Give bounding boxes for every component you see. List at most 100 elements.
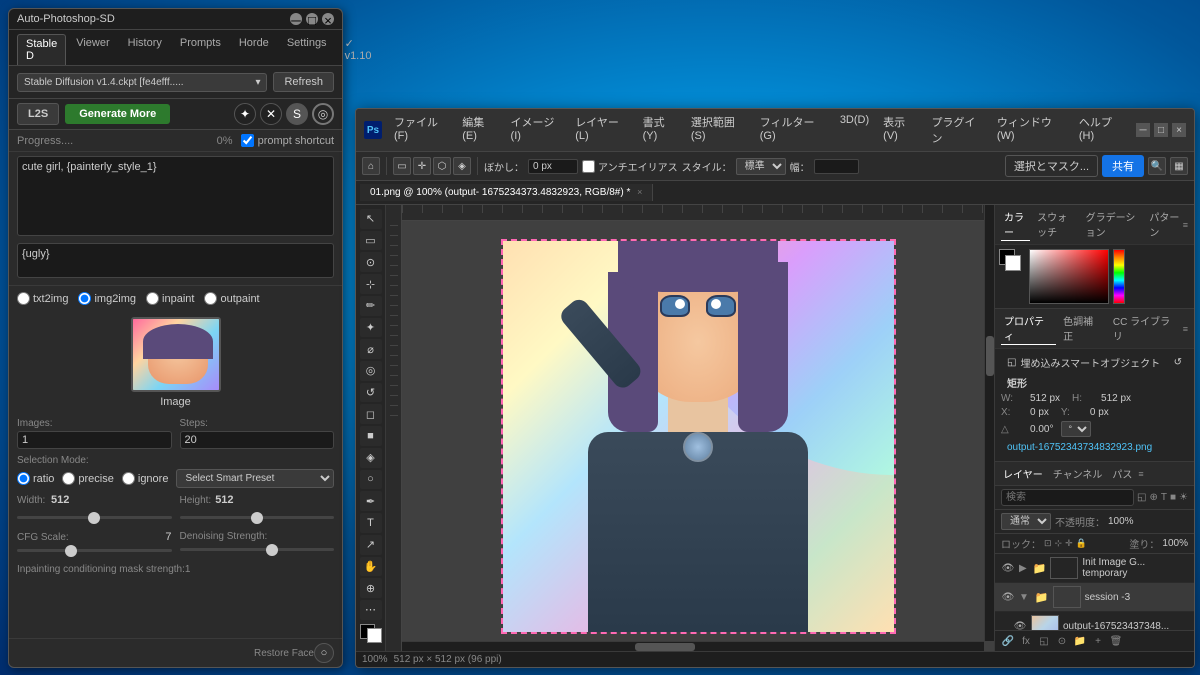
ps-minimize-button[interactable]: ─ [1136,123,1150,137]
sd-model-select[interactable]: Stable Diffusion v1.4.ckpt [fe4efff.....… [17,73,267,92]
search-icon[interactable]: 🔍 [1148,157,1166,175]
tab-patterns[interactable]: パターン [1146,208,1182,241]
menu-plugins[interactable]: プラグイン [925,112,988,148]
layer-folder-btn[interactable]: 📁 [1073,634,1087,648]
layer-item-output[interactable]: 👁 output-167523437348... [995,612,1194,630]
tool-hand[interactable]: ✋ [360,557,382,577]
layers-panel-menu[interactable]: ≡ [1138,469,1143,479]
tool-heal[interactable]: ✦ [360,318,382,338]
filter-icon-1[interactable]: ◱ [1137,492,1146,503]
tool-path[interactable]: ✒ [360,491,382,511]
share-button[interactable]: 共有 [1102,155,1144,177]
layer-adjust-icon[interactable]: ⊙ [1055,634,1069,648]
mode-inpaint[interactable]: inpaint [146,292,194,305]
prompt-shortcut-checkbox[interactable] [241,134,254,147]
tool-marquee[interactable]: ▭ [360,231,382,251]
steps-input[interactable] [180,431,335,449]
sel-ignore[interactable]: ignore [122,472,169,485]
layer-eye-init[interactable]: 👁 [1001,561,1015,575]
tool-eraser[interactable]: ◻ [360,404,382,424]
menu-help[interactable]: ヘルプ(H) [1073,112,1130,148]
tool-text[interactable]: T [360,513,382,533]
home-icon[interactable]: ⌂ [362,157,380,175]
blend-mode-select[interactable]: 通常 [1001,513,1051,530]
tab-layers[interactable]: レイヤー [1001,465,1045,482]
tool-icon-1[interactable]: ✦ [234,103,256,125]
filter-icon-2[interactable]: ⊕ [1149,492,1157,503]
layer-item-init[interactable]: 👁 ▶ 📁 Init Image G... temporary [995,554,1194,583]
tab-swatches[interactable]: スウォッチ [1034,208,1078,241]
antialias-checkbox[interactable] [582,160,595,173]
tool-shape[interactable]: ↗ [360,535,382,555]
menu-layer[interactable]: レイヤー(L) [569,112,634,148]
mode-img2img[interactable]: img2img [78,292,136,305]
ps-canvas[interactable] [501,239,896,634]
layer-mask-icon[interactable]: ◱ [1037,634,1051,648]
tab-properties[interactable]: プロパティ [1001,312,1056,345]
layer-new-icon[interactable]: + [1091,634,1105,648]
angle-mode-select[interactable]: ° [1061,421,1091,437]
props-panel-menu[interactable]: ≡ [1183,324,1188,334]
wand-icon[interactable]: ◈ [453,157,471,175]
menu-type[interactable]: 書式(Y) [637,112,683,148]
rect-select-icon[interactable]: ▭ [393,157,411,175]
lock-position-icon[interactable]: ✛ [1065,538,1073,549]
tab-horde[interactable]: Horde [231,34,277,65]
menu-3d[interactable]: 3D(D) [834,112,875,148]
vertical-scroll-thumb[interactable] [986,336,994,376]
sd-close-button[interactable]: × [322,13,334,25]
layer-link-icon[interactable]: 🔗 [1001,634,1015,648]
tab-color-adjust[interactable]: 色調補正 [1060,312,1106,345]
background-color[interactable] [367,628,382,643]
layer-eye-output[interactable]: 👁 [1013,619,1027,630]
tab-settings[interactable]: Settings [279,34,335,65]
style-select[interactable]: 標準 [736,158,786,175]
layer-fx-icon[interactable]: fx [1019,634,1033,648]
tab-history[interactable]: History [120,34,170,65]
positive-prompt-input[interactable]: cute girl, {painterly_style_1} [17,156,334,236]
sel-precise[interactable]: precise [62,472,113,485]
images-input[interactable] [17,431,172,449]
layer-expand-init[interactable]: ▶ [1019,563,1027,574]
lock-image-icon[interactable]: ⊹ [1055,538,1063,549]
tab-gradients[interactable]: グラデーション [1083,208,1143,241]
ps-tab-close-icon[interactable]: × [637,187,642,197]
tab-prompts[interactable]: Prompts [172,34,229,65]
move-icon[interactable]: ✛ [413,157,431,175]
tab-viewer[interactable]: Viewer [68,34,117,65]
generate-button[interactable]: Generate More [65,104,170,124]
layer-expand-session[interactable]: ▼ [1019,592,1029,603]
horizontal-scrollbar[interactable] [402,641,984,651]
sd-refresh-button[interactable]: Refresh [273,72,334,92]
filter-icon-4[interactable]: ■ [1170,492,1176,503]
tool-brush[interactable]: ⌀ [360,339,382,359]
tool-crop[interactable]: ⊹ [360,274,382,294]
tab-color[interactable]: カラー [1001,208,1030,241]
denoising-slider[interactable] [180,548,335,551]
lasso-icon[interactable]: ⬡ [433,157,451,175]
filter-icon-5[interactable]: ☀ [1179,492,1188,503]
horizontal-scroll-thumb[interactable] [635,643,695,651]
layer-delete-icon[interactable]: 🗑 [1109,634,1123,648]
tool-arrow[interactable]: ↖ [360,209,382,229]
sel-ratio[interactable]: ratio [17,472,54,485]
l2s-button[interactable]: L2S [17,103,59,125]
ps-close-button[interactable]: × [1172,123,1186,137]
tab-channels[interactable]: チャンネル [1051,465,1105,482]
tool-dodge[interactable]: ○ [360,470,382,490]
tool-gradient[interactable]: ■ [360,426,382,446]
menu-select[interactable]: 選択範囲(S) [685,112,752,148]
color-gradient-picker[interactable] [1029,249,1109,304]
menu-window[interactable]: ウィンドウ(W) [991,112,1071,148]
prompt-shortcut-label[interactable]: prompt shortcut [241,134,334,147]
negative-prompt-input[interactable]: {ugly} [17,243,334,278]
layer-item-session[interactable]: 👁 ▼ 📁 session -3 [995,583,1194,612]
color-panel-menu[interactable]: ≡ [1183,220,1188,230]
bg-color-box[interactable] [1005,255,1021,271]
tab-paths[interactable]: パス [1110,465,1134,482]
mode-outpaint[interactable]: outpaint [204,292,259,305]
ps-active-tab[interactable]: 01.png @ 100% (output- 1675234373.483292… [360,184,653,201]
menu-image[interactable]: イメージ(I) [505,112,568,148]
sd-bottom-icon[interactable]: ○ [314,643,334,663]
select-and-mask-button[interactable]: 選択とマスク... [1005,155,1098,177]
